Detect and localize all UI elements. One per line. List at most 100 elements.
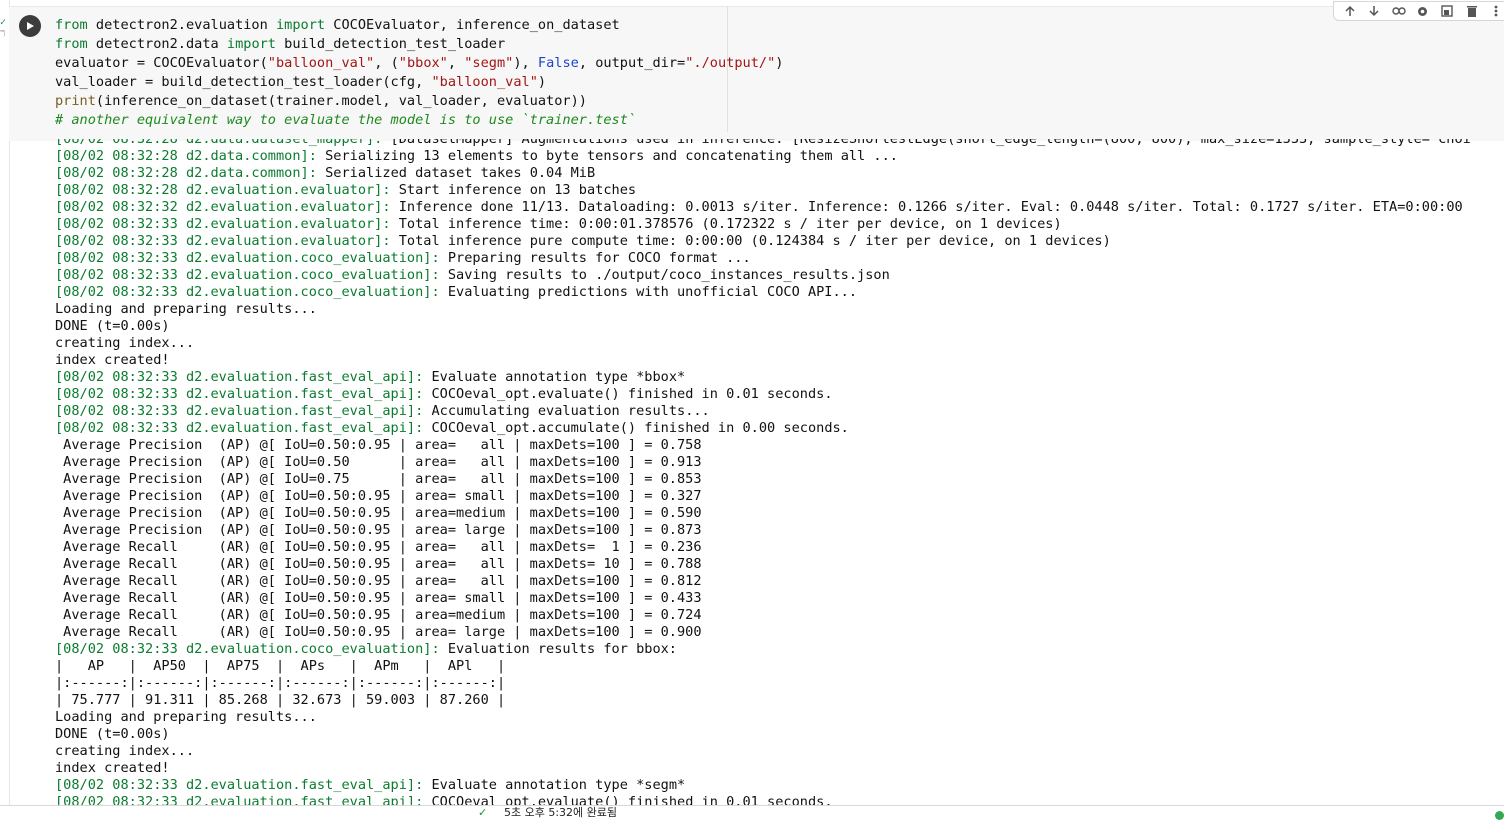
output-line: [08/02 08:32:33 d2.evaluation.evaluator]… (55, 233, 1504, 250)
gear-icon[interactable] (1414, 4, 1432, 18)
log-message: Average Recall (AR) @[ IoU=0.50:0.95 | a… (55, 590, 702, 606)
log-message: | AP | AP50 | AP75 | APs | APm | APl | (55, 658, 506, 674)
execution-check-icon: ✓ (0, 17, 7, 28)
output-line: [08/02 08:32:33 d2.evaluation.fast_eval_… (55, 403, 1504, 420)
code-token: from (55, 17, 88, 33)
output-line: index created! (55, 352, 1504, 369)
code-token: COCOEvaluator, inference_on_dataset (325, 17, 620, 33)
code-line[interactable]: val_loader = build_detection_test_loader… (55, 73, 727, 92)
output-line: Average Recall (AR) @[ IoU=0.50:0.95 | a… (55, 556, 1504, 573)
log-message: creating index... (55, 743, 195, 759)
output-line: | 75.777 | 91.311 | 85.268 | 32.673 | 59… (55, 692, 1504, 709)
code-token: detectron2.data (87, 36, 227, 52)
code-token: "bbox" (398, 55, 448, 71)
log-message: Accumulating evaluation results... (423, 403, 710, 419)
code-token: build_detection_test_loader (276, 36, 506, 52)
log-message: creating index... (55, 335, 195, 351)
output-line: DONE (t=0.00s) (55, 318, 1504, 335)
log-prefix: [08/02 08:32:33 d2.evaluation.fast_eval_… (55, 369, 424, 385)
output-line: Loading and preparing results... (55, 301, 1504, 318)
code-line[interactable]: # another equivalent way to evaluate the… (55, 111, 727, 130)
log-prefix: [08/02 08:32:33 d2.evaluation.coco_evalu… (55, 284, 440, 300)
output-line: [08/02 08:32:33 d2.evaluation.coco_evalu… (55, 641, 1504, 658)
output-line: Average Recall (AR) @[ IoU=0.50:0.95 | a… (55, 590, 1504, 607)
code-token: from (55, 36, 88, 52)
delete-icon[interactable] (1463, 4, 1481, 18)
log-message: Average Precision (AP) @[ IoU=0.50 | are… (55, 454, 702, 470)
output-line: Average Precision (AP) @[ IoU=0.50:0.95 … (55, 488, 1504, 505)
code-token: False (537, 55, 579, 71)
output-line: [08/02 08:32:33 d2.evaluation.fast_eval_… (55, 369, 1504, 386)
code-token: import (276, 17, 326, 33)
arrow-down-icon[interactable] (1365, 4, 1383, 18)
log-message: | 75.777 | 91.311 | 85.268 | 32.673 | 59… (55, 692, 506, 708)
log-prefix: [08/02 08:32:28 d2.data.dataset_mapper]: (55, 139, 383, 147)
log-prefix: [08/02 08:32:33 d2.evaluation.coco_evalu… (55, 641, 440, 657)
gutter-mark-icon: ℸ (0, 29, 6, 38)
log-message: Average Recall (AR) @[ IoU=0.50:0.95 | a… (55, 573, 702, 589)
output-line: Average Precision (AP) @[ IoU=0.50:0.95 … (55, 522, 1504, 539)
output-line: Average Recall (AR) @[ IoU=0.50:0.95 | a… (55, 573, 1504, 590)
log-message: Start inference on 13 batches (390, 182, 637, 198)
log-message: COCOeval_opt.evaluate() finished in 0.01… (423, 386, 833, 402)
code-line[interactable]: evaluator = COCOEvaluator("balloon_val",… (55, 54, 783, 73)
log-prefix: [08/02 08:32:32 d2.evaluation.evaluator]… (55, 199, 391, 215)
status-check-icon: ✓ (478, 806, 488, 819)
code-line[interactable]: from detectron2.data import build_detect… (55, 35, 727, 54)
log-message: DONE (t=0.00s) (55, 318, 170, 334)
output-line: [08/02 08:32:28 d2.evaluation.evaluator]… (55, 182, 1504, 199)
output-line: [08/02 08:32:32 d2.evaluation.evaluator]… (55, 199, 1504, 216)
log-message: Loading and preparing results... (55, 709, 317, 725)
log-message: Evaluation results for bbox: (439, 641, 677, 657)
output-line: [08/02 08:32:33 d2.evaluation.fast_eval_… (55, 386, 1504, 403)
log-prefix: [08/02 08:32:33 d2.evaluation.evaluator]… (55, 216, 391, 232)
output-line: [08/02 08:32:33 d2.evaluation.evaluator]… (55, 216, 1504, 233)
status-text: 5초 오후 5:32에 완료됨 (504, 806, 618, 819)
log-message: Average Precision (AP) @[ IoU=0.75 | are… (55, 471, 702, 487)
log-message: index created! (55, 760, 170, 776)
output-line: [08/02 08:32:33 d2.evaluation.fast_eval_… (55, 794, 1504, 805)
log-message: Total inference pure compute time: 0:00:… (390, 233, 1111, 249)
connection-status-icon[interactable] (1495, 811, 1504, 820)
code-token: , (447, 55, 465, 71)
output-line: Average Precision (AP) @[ IoU=0.50:0.95 … (55, 437, 1504, 454)
code-line[interactable]: from detectron2.evaluation import COCOEv… (55, 16, 727, 35)
more-icon[interactable] (1487, 4, 1504, 18)
code-line[interactable]: print(inference_on_dataset(trainer.model… (55, 92, 727, 111)
code-token: "balloon_val" (431, 74, 538, 90)
output-line: Average Recall (AR) @[ IoU=0.50:0.95 | a… (55, 607, 1504, 624)
output-line: [08/02 08:32:33 d2.evaluation.coco_evalu… (55, 267, 1504, 284)
output-line: [08/02 08:32:33 d2.evaluation.fast_eval_… (55, 777, 1504, 794)
output-line: Loading and preparing results... (55, 709, 1504, 726)
code-token: ) (775, 55, 784, 71)
log-message: [DatasetMapper] Augmentations used in in… (382, 139, 1471, 147)
log-prefix: [08/02 08:32:33 d2.evaluation.evaluator]… (55, 233, 391, 249)
log-prefix: [08/02 08:32:28 d2.evaluation.evaluator]… (55, 182, 391, 198)
code-token: detectron2.evaluation (87, 17, 276, 33)
play-icon (27, 22, 34, 30)
log-message: Average Precision (AP) @[ IoU=0.50:0.95 … (55, 488, 702, 504)
cell-toolbar (1333, 1, 1504, 21)
arrow-up-icon[interactable] (1341, 4, 1359, 18)
cell-output: [08/02 08:32:28 d2.data.dataset_mapper]:… (55, 139, 1504, 805)
code-token: "./output/" (685, 55, 776, 71)
run-cell-button[interactable] (19, 15, 41, 37)
output-line: [08/02 08:32:28 d2.data.common]: Seriali… (55, 165, 1504, 182)
log-message: Evaluate annotation type *bbox* (423, 369, 686, 385)
mirror-cell-icon[interactable] (1438, 4, 1456, 18)
link-icon[interactable] (1390, 4, 1408, 18)
output-line: DONE (t=0.00s) (55, 726, 1504, 743)
output-line: [08/02 08:32:33 d2.evaluation.coco_evalu… (55, 250, 1504, 267)
code-token: # another equivalent way to evaluate the… (55, 112, 637, 128)
log-message: Inference done 11/13. Dataloading: 0.001… (390, 199, 1463, 215)
log-message: Loading and preparing results... (55, 301, 317, 317)
log-message: Preparing results for COCO format ... (439, 250, 751, 266)
output-line: Average Precision (AP) @[ IoU=0.75 | are… (55, 471, 1504, 488)
code-editor[interactable]: from detectron2.evaluation import COCOEv… (55, 16, 783, 136)
log-prefix: [08/02 08:32:33 d2.evaluation.coco_evalu… (55, 267, 440, 283)
output-line: |:------:|:------:|:------:|:------:|:--… (55, 675, 1504, 692)
log-message: COCOeval_opt.evaluate() finished in 0.01… (423, 794, 833, 805)
output-line: [08/02 08:32:33 d2.evaluation.coco_evalu… (55, 284, 1504, 301)
code-token: evaluator = COCOEvaluator( (55, 55, 268, 71)
log-prefix: [08/02 08:32:33 d2.evaluation.fast_eval_… (55, 777, 424, 793)
